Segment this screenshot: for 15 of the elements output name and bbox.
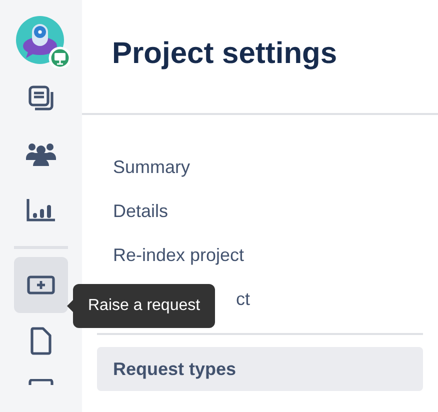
- project-avatar: [16, 16, 70, 68]
- file-icon: [30, 327, 52, 355]
- sidebar-item[interactable]: [14, 257, 68, 313]
- add-screen-icon: [27, 275, 55, 295]
- pages-icon: [28, 85, 54, 111]
- tooltip-arrow: [67, 300, 73, 312]
- menu-item[interactable]: Summary: [97, 145, 423, 189]
- document-icon: [28, 379, 54, 385]
- menu-item[interactable]: Request types: [97, 347, 423, 391]
- page-title: Project settings: [112, 36, 338, 72]
- bar-chart-icon: [26, 197, 56, 223]
- menu-item[interactable]: Re-index project: [97, 233, 423, 277]
- tooltip: Raise a request: [73, 284, 216, 328]
- people-icon: [26, 141, 56, 167]
- menu-item[interactable]: Details: [97, 189, 423, 233]
